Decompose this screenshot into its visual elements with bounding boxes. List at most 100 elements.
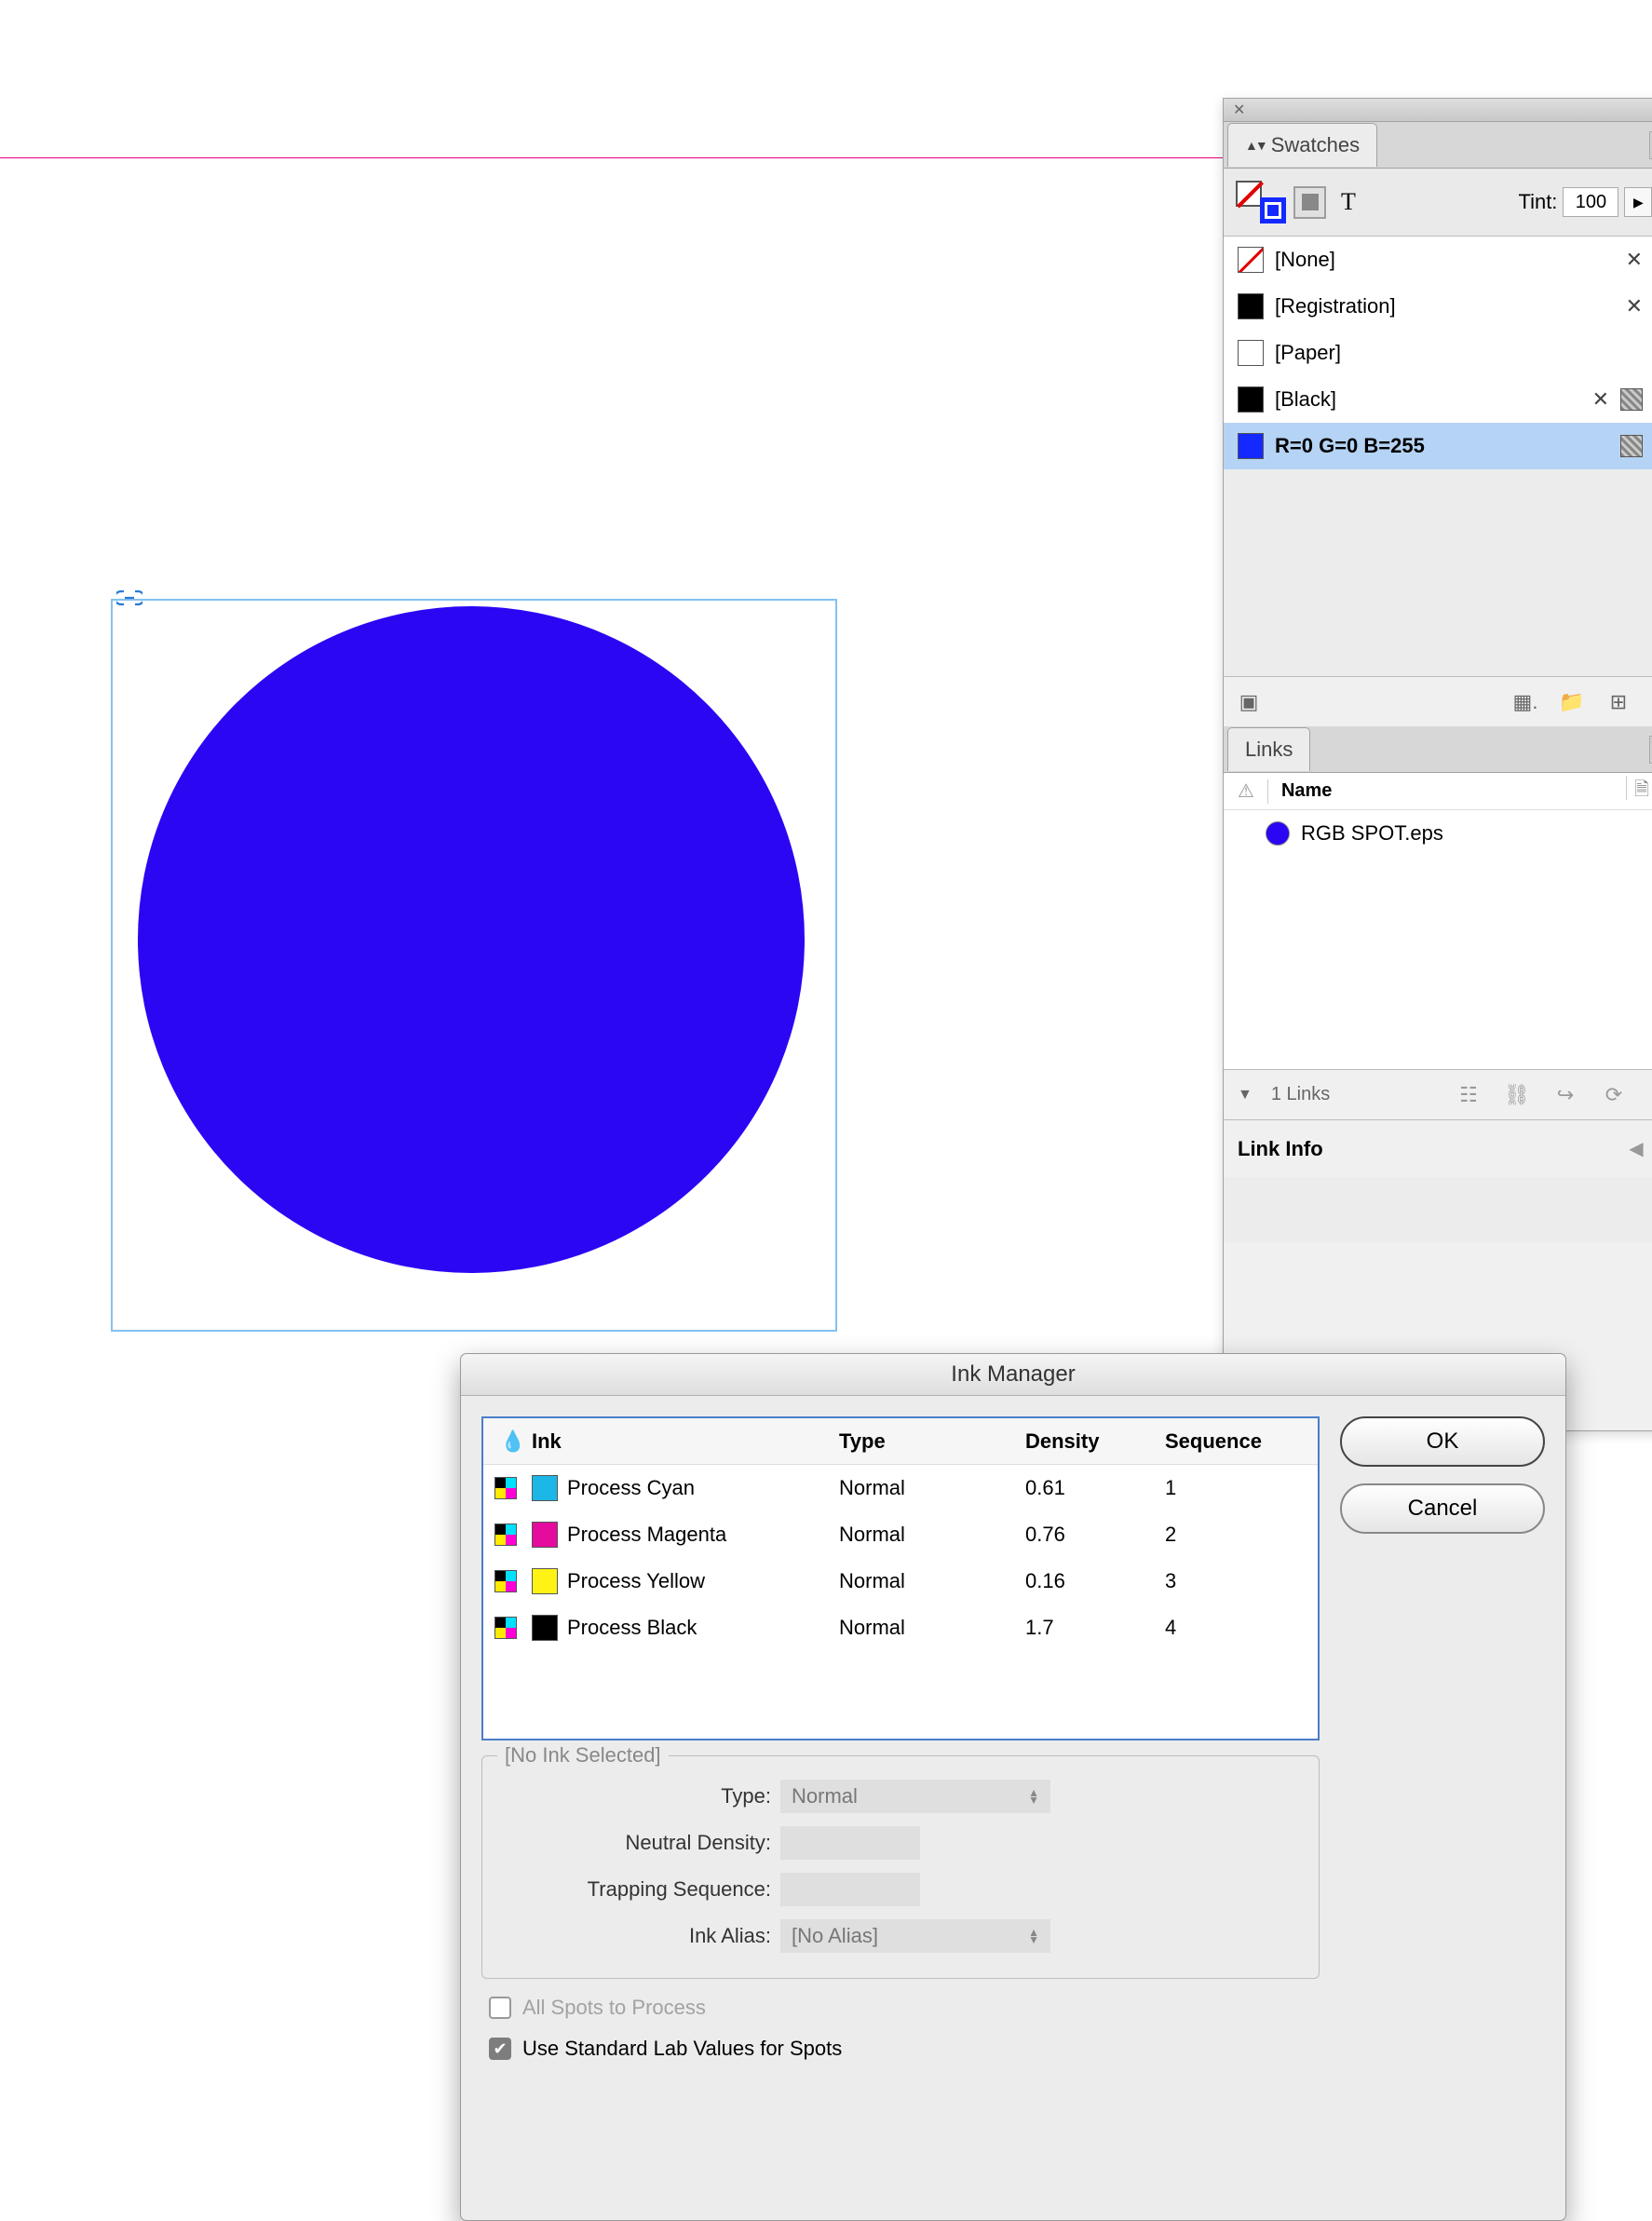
process-ink-icon bbox=[494, 1617, 517, 1639]
ink-seq: 1 bbox=[1165, 1476, 1307, 1500]
density-column-header[interactable]: Density bbox=[1025, 1429, 1165, 1454]
ink-row-black[interactable]: Process Black Normal 1.7 4 bbox=[483, 1605, 1318, 1651]
ink-type: Normal bbox=[839, 1616, 1025, 1640]
ink-row-cyan[interactable]: Process Cyan Normal 0.61 1 bbox=[483, 1465, 1318, 1511]
fill-stroke-proxy[interactable] bbox=[1238, 183, 1282, 222]
edit-original-icon[interactable]: ✎ bbox=[1648, 1082, 1652, 1108]
swatch-name: [Black] bbox=[1275, 387, 1336, 412]
ink-density: 1.7 bbox=[1025, 1616, 1165, 1640]
link-name: RGB SPOT.eps bbox=[1301, 821, 1443, 846]
type-column-header[interactable]: Type bbox=[839, 1429, 1025, 1454]
ink-row-magenta[interactable]: Process Magenta Normal 0.76 2 bbox=[483, 1511, 1318, 1558]
goto-link-icon[interactable]: ↪ bbox=[1551, 1082, 1579, 1108]
swatch-item-black[interactable]: [Black] ✕ bbox=[1224, 376, 1652, 423]
process-ink-icon bbox=[494, 1524, 517, 1546]
swatch-chip-paper bbox=[1238, 340, 1264, 366]
new-group-icon[interactable]: 📁 bbox=[1558, 689, 1586, 715]
checkbox-icon bbox=[489, 1997, 511, 2019]
swatch-list-empty bbox=[1224, 469, 1652, 676]
ink-column-header[interactable]: Ink bbox=[532, 1429, 839, 1454]
ink-chip bbox=[532, 1615, 558, 1641]
links-tab-row: Links bbox=[1224, 726, 1652, 773]
swatch-name: [Registration] bbox=[1275, 294, 1396, 318]
trapping-field-label: Trapping Sequence: bbox=[501, 1877, 771, 1902]
spots-to-process-check: All Spots to Process bbox=[489, 1996, 1320, 2020]
warning-column-icon[interactable]: ⚠ bbox=[1238, 779, 1254, 803]
density-field-label: Neutral Density: bbox=[501, 1831, 771, 1855]
ink-name: Process Magenta bbox=[567, 1523, 726, 1547]
ink-name: Process Yellow bbox=[567, 1569, 705, 1593]
swatch-chip-none bbox=[1238, 247, 1264, 273]
prev-link-icon[interactable]: ◀ bbox=[1629, 1137, 1643, 1160]
container-format-button[interactable] bbox=[1293, 186, 1326, 219]
density-input bbox=[780, 1826, 920, 1860]
page-column-icon[interactable]: 🗎 bbox=[1634, 776, 1649, 807]
ink-alias-field-label: Ink Alias: bbox=[501, 1924, 771, 1948]
cant-edit-icon: ✕ bbox=[1626, 248, 1643, 272]
ink-type: Normal bbox=[839, 1523, 1025, 1547]
tint-input[interactable] bbox=[1563, 187, 1618, 217]
close-icon[interactable]: ✕ bbox=[1233, 101, 1245, 119]
ink-density: 0.76 bbox=[1025, 1523, 1165, 1547]
ink-density: 0.16 bbox=[1025, 1569, 1165, 1593]
selected-frame[interactable] bbox=[111, 599, 837, 1332]
droplet-column-icon[interactable]: 💧 bbox=[494, 1429, 532, 1454]
swatch-name: [Paper] bbox=[1275, 341, 1341, 365]
ink-row-yellow[interactable]: Process Yellow Normal 0.16 3 bbox=[483, 1558, 1318, 1605]
link-info-empty bbox=[1224, 1177, 1652, 1242]
link-chain-icon[interactable]: ⛓ bbox=[1503, 1082, 1531, 1108]
tab-swatches[interactable]: ▲▼ Swatches bbox=[1227, 123, 1377, 167]
new-swatch-plus-icon[interactable]: ⊞ bbox=[1605, 689, 1632, 715]
chevron-down-icon[interactable]: ▼ bbox=[1238, 1087, 1253, 1104]
swatch-item-blue-rgb[interactable]: R=0 G=0 B=255 bbox=[1224, 423, 1652, 469]
cancel-button[interactable]: Cancel bbox=[1340, 1483, 1545, 1534]
links-empty-space bbox=[1224, 857, 1652, 1069]
link-info-section[interactable]: Link Info ◀ ▶ bbox=[1224, 1119, 1652, 1177]
updown-icon: ▲▼ bbox=[1245, 138, 1266, 153]
relink-icon[interactable]: ☷ bbox=[1455, 1082, 1483, 1108]
ink-type: Normal bbox=[839, 1476, 1025, 1500]
process-ink-icon bbox=[494, 1570, 517, 1592]
link-info-label: Link Info bbox=[1238, 1137, 1323, 1161]
swatches-footer: ▣ ▦. 📁 ⊞ 🗑 bbox=[1224, 676, 1652, 726]
link-thumbnail bbox=[1266, 821, 1290, 846]
type-select: Normal ▲▼ bbox=[780, 1780, 1050, 1813]
type-value: Normal bbox=[792, 1784, 858, 1808]
show-swatch-kinds-icon[interactable]: ▦. bbox=[1511, 689, 1539, 715]
swatch-item-none[interactable]: [None] ✕ bbox=[1224, 237, 1652, 283]
process-ink-icon bbox=[494, 1477, 517, 1499]
trapping-input bbox=[780, 1873, 920, 1906]
links-header: ⚠ Name 🗎 ▲ bbox=[1224, 773, 1652, 810]
select-chevron-icon: ▲▼ bbox=[1028, 1789, 1039, 1804]
cant-edit-icon: ✕ bbox=[1626, 294, 1643, 318]
tab-links[interactable]: Links bbox=[1227, 727, 1310, 771]
select-chevron-icon: ▲▼ bbox=[1028, 1929, 1039, 1943]
new-swatch-icon[interactable]: ▣ bbox=[1235, 689, 1263, 715]
swatch-name: R=0 G=0 B=255 bbox=[1275, 434, 1425, 458]
name-column-header[interactable]: Name bbox=[1281, 780, 1332, 802]
ink-seq: 2 bbox=[1165, 1523, 1307, 1547]
update-link-icon[interactable]: ⟳ bbox=[1600, 1082, 1628, 1108]
swatch-item-registration[interactable]: [Registration] ✕ ✛ bbox=[1224, 283, 1652, 330]
links-tab-label: Links bbox=[1245, 738, 1293, 762]
ok-button[interactable]: OK bbox=[1340, 1416, 1545, 1467]
links-count-label: 1 Links bbox=[1271, 1084, 1330, 1105]
ink-table-empty bbox=[483, 1651, 1318, 1739]
check-label: All Spots to Process bbox=[522, 1996, 706, 2020]
swatches-links-panel: ✕ ◀◀ ▲▼ Swatches T Tint: ▶ % [None] ✕ bbox=[1223, 98, 1652, 1431]
link-row[interactable]: RGB SPOT.eps 1 bbox=[1224, 810, 1652, 857]
tint-flyout-button[interactable]: ▶ bbox=[1624, 187, 1652, 217]
ink-density: 0.61 bbox=[1025, 1476, 1165, 1500]
ink-seq: 4 bbox=[1165, 1616, 1307, 1640]
swatch-item-paper[interactable]: [Paper] bbox=[1224, 330, 1652, 376]
ink-type: Normal bbox=[839, 1569, 1025, 1593]
text-format-button[interactable]: T bbox=[1337, 188, 1360, 216]
swatches-list: [None] ✕ [Registration] ✕ ✛ [Paper] [Bla… bbox=[1224, 237, 1652, 469]
global-swatch-icon bbox=[1620, 388, 1643, 411]
tint-label: Tint: bbox=[1518, 190, 1557, 214]
ink-name: Process Cyan bbox=[567, 1476, 695, 1500]
ink-seq: 3 bbox=[1165, 1569, 1307, 1593]
sequence-column-header[interactable]: Sequence bbox=[1165, 1429, 1307, 1454]
lab-values-check[interactable]: ✔ Use Standard Lab Values for Spots bbox=[489, 2037, 1320, 2061]
global-swatch-icon bbox=[1620, 435, 1643, 457]
